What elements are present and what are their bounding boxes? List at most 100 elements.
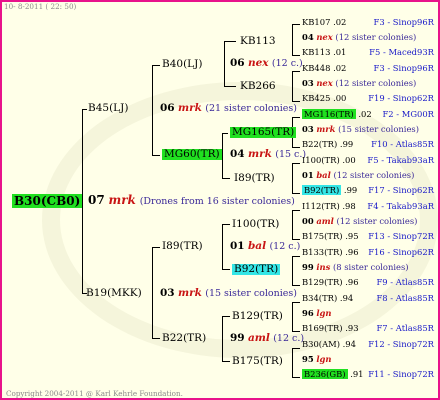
ancestor-mid-row: 03 nex (12 sister colonies) [302,79,416,87]
ancestor-site: F11 - Sinop72R [368,369,434,379]
node-mg165[interactable]: MG165(TR) [230,127,297,138]
line [292,302,300,303]
ancestor-row: B133(TR) .96 [302,248,359,256]
ancestor-site: F19 - Sinop62R [368,93,434,103]
ancestor-site: F10 - Atlas85R [371,139,434,149]
ancestor-name[interactable]: B175(TR) [302,231,343,241]
ancestor-name[interactable]: B133(TR) [302,247,343,257]
line [292,377,300,378]
node-b40-mark: nex [247,57,269,69]
ancestor-year: .02 [355,109,372,119]
node-mg60-mark: mrk [247,148,272,160]
node-b22-info: 99 aml (12 c.) [230,333,304,344]
root-mark: mrk [108,193,136,207]
line [224,86,236,87]
node-b22-year: 99 [230,332,245,344]
ancestor-mid-row: 01 bal (12 sister colonies) [302,171,414,179]
ancestor-mid-mark: mrk [316,124,336,134]
line [222,316,223,362]
ancestor-name[interactable]: KB425 [302,93,330,103]
node-b129[interactable]: B129(TR) [232,311,283,322]
line [222,133,228,134]
ancestor-mid-year: 00 [302,216,314,226]
node-b40-info: 06 nex (12 c.) [230,58,303,69]
line [292,71,300,72]
ancestor-year: .99 [337,139,354,149]
root-info: 07 mrk (Drones from 16 sister colonies) [88,194,295,207]
ancestor-row: B236(GB) .91 [302,369,364,379]
node-b22[interactable]: B22(TR) [162,333,206,344]
line [292,24,300,25]
ancestor-name[interactable]: B34(TR) [302,293,337,303]
ancestor-name[interactable]: KB113 [302,47,330,57]
node-b92[interactable]: B92(TR) [232,264,281,275]
node-b22-note: (12 c.) [273,333,305,344]
ancestor-site: F5 - Takab93aR [367,155,434,165]
node-mg60[interactable]: MG60(TR) [162,149,222,160]
node-kb113[interactable]: KB113 [240,36,276,47]
ancestor-row: B34(TR) .94 [302,294,353,302]
ancestor-mid-note: (12 sister colonies) [335,32,417,42]
ancestor-name[interactable]: I112(TR) [302,201,340,211]
ancestor-mid-year: 04 [302,32,314,42]
node-i100[interactable]: I100(TR) [232,219,279,230]
node-b19[interactable]: B19(MKK) [86,288,142,299]
node-b19-year: 03 [160,287,175,299]
node-b40-year: 06 [230,57,245,69]
ancestor-name[interactable]: B92(TR) [302,185,342,195]
ancestor-name[interactable]: I100(TR) [302,155,340,165]
line [152,247,153,339]
node-b45-note: (21 sister colonies) [205,103,297,114]
node-i89[interactable]: I89(TR) [162,241,203,252]
ancestor-site: F2 - MG00R [382,109,434,119]
ancestor-mid-mark: nex [316,32,333,42]
ancestor-name[interactable]: B129(TR) [302,277,343,287]
ancestor-name[interactable]: B30(AM) [302,339,340,349]
ancestor-site: F12 - Sinop72R [368,339,434,349]
node-b45[interactable]: B45(LJ) [88,103,128,114]
node-kb266[interactable]: KB266 [240,81,276,92]
node-i89-mark: bal [247,240,267,252]
ancestor-year: .96 [342,247,359,257]
line [152,247,160,248]
ancestor-mid-mark: ins [316,262,331,272]
ancestor-year: .94 [339,339,356,349]
node-i89-gen3[interactable]: I89(TR) [234,173,275,184]
node-b175[interactable]: B175(TR) [232,356,283,367]
ancestor-mid-year: 95 [302,354,314,364]
ancestor-name[interactable]: KB107 [302,17,330,27]
ancestor-site: F3 - Sinop96R [373,63,434,73]
ancestor-mid-row: 99 ins (8 sister colonies) [302,263,409,271]
ancestor-year: .00 [330,93,347,103]
ancestor-year: .01 [330,47,347,57]
ancestor-mid-mark: bal [316,170,331,180]
ancestor-year: .94 [337,293,354,303]
ancestor-name[interactable]: KB448 [302,63,330,73]
node-i89-note: (12 c.) [269,241,301,252]
ancestor-year: .02 [330,63,347,73]
ancestor-name[interactable]: B169(TR) [302,323,343,333]
ancestor-mid-year: 99 [302,262,314,272]
ancestor-site: F9 - Atlas85R [376,277,435,287]
ancestor-name[interactable]: B236(GB) [302,369,348,379]
ancestor-site: F3 - Sinop96R [373,17,434,27]
line [222,316,230,317]
line [152,65,160,66]
ancestor-year: .00 [339,155,356,165]
node-b19-mark: mrk [177,287,202,299]
node-b40[interactable]: B40(LJ) [162,59,202,70]
ancestor-name[interactable]: B22(TR) [302,139,337,149]
ancestor-site: F4 - Takab93aR [367,201,434,211]
line [222,361,230,362]
line [292,302,293,332]
timestamp: 10- 8-2011 ( 22: 50) [4,2,77,11]
root-node[interactable]: B30(CB0) [12,194,83,208]
ancestor-site: F8 - Atlas85R [376,293,435,303]
ancestor-mid-year: 01 [302,170,314,180]
line [292,256,293,286]
ancestor-mid-mark: lgn [316,308,332,318]
ancestor-year: .93 [342,323,359,333]
ancestor-site: F7 - Atlas85R [376,323,435,333]
line [292,24,293,56]
ancestor-name[interactable]: MG116(TR) [302,109,356,119]
